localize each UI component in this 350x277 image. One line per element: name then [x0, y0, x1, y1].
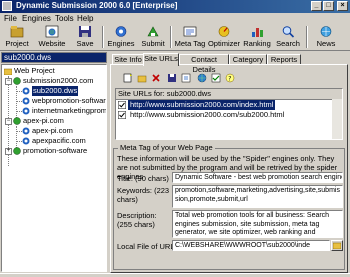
minimize-button[interactable]: _ — [311, 1, 322, 11]
search-button[interactable]: Search — [273, 24, 303, 50]
menu-engines[interactable]: Engines — [22, 14, 51, 23]
folder-open-icon — [333, 242, 341, 249]
menu-file[interactable]: File — [4, 14, 17, 23]
engines-icon — [115, 26, 127, 37]
project-tree[interactable]: Web Project − submission2000.com sub2000… — [1, 64, 107, 272]
page-icon — [22, 97, 30, 105]
browse-button[interactable] — [331, 240, 343, 251]
page-icon — [22, 87, 30, 95]
url-row[interactable]: http://www.submission2000.com/index.html — [117, 100, 332, 110]
close-button[interactable]: × — [337, 1, 348, 11]
url-list-header: Site URLs for: sub2000.dws — [116, 89, 342, 100]
collapse-icon[interactable]: − — [5, 78, 12, 85]
svg-text:?: ? — [228, 76, 231, 83]
menu-help[interactable]: Help — [77, 14, 93, 23]
ranking-icon — [252, 28, 263, 37]
description-field[interactable]: Total web promotion tools for all busine… — [172, 210, 343, 238]
expand-icon[interactable]: + — [5, 148, 12, 155]
page-icon — [22, 107, 30, 115]
local-file-label: Local File of URL: — [117, 242, 177, 251]
save-icon — [79, 26, 91, 37]
project-panel: sub2000.dws Web Project − submission2000… — [0, 51, 108, 273]
url-list-scrollbar[interactable] — [332, 99, 342, 139]
title-label: Title: (90 chars) — [117, 174, 169, 183]
new-url-icon[interactable] — [123, 73, 133, 83]
url-toolbar: ? — [115, 70, 343, 86]
news-icon — [320, 26, 332, 37]
url-list[interactable]: Site URLs for: sub2000.dws http://www.su… — [115, 88, 343, 140]
toolbar: Project Website Save Engines Submit Meta… — [0, 24, 350, 51]
meta-tag-group-title: Meta Tag of your Web Page — [118, 143, 215, 152]
toolbar-separator — [306, 26, 308, 48]
title-field[interactable]: Dynamic Software - best web promotion se… — [172, 172, 343, 183]
page-icon — [22, 127, 30, 135]
website-icon — [45, 25, 59, 38]
submit-icon — [147, 26, 159, 37]
checkbox-checked-icon[interactable] — [118, 111, 126, 119]
globe-icon — [13, 77, 21, 85]
url-row[interactable]: http://www.submission2000.com/sub2000.ht… — [117, 110, 332, 120]
open-url-icon[interactable] — [137, 73, 147, 83]
app-icon — [2, 1, 12, 11]
globe-icon — [13, 147, 21, 155]
check-url-icon[interactable] — [211, 73, 221, 83]
engines-button[interactable]: Engines — [106, 24, 136, 50]
keywords-label: Keywords: (223 chars) — [117, 186, 170, 204]
tab-site-urls[interactable]: Site URLs — [143, 53, 179, 66]
optimizer-icon — [218, 26, 230, 37]
page-icon — [22, 137, 30, 145]
description-label: Description: (255 chars) — [117, 211, 157, 229]
local-file-field[interactable]: C:\WEBSHARE\WWWROOT\sub2000\inde — [172, 240, 330, 251]
menu-tools[interactable]: Tools — [55, 14, 74, 23]
maximize-button[interactable]: □ — [323, 1, 334, 11]
menu-bar: File Engines Tools Help — [0, 13, 350, 24]
optimizer-button[interactable]: Optimizer — [207, 24, 241, 50]
tree-line — [16, 126, 17, 148]
project-button[interactable]: Project — [2, 24, 32, 50]
checkbox-checked-icon[interactable] — [118, 101, 126, 109]
import-url-icon[interactable] — [181, 73, 191, 83]
search-icon — [282, 26, 295, 38]
project-icon — [10, 26, 24, 38]
status-bar — [0, 273, 350, 277]
delete-url-icon[interactable] — [151, 73, 161, 83]
help-icon[interactable]: ? — [225, 73, 235, 83]
save-url-icon[interactable] — [167, 73, 177, 83]
project-combo[interactable]: sub2000.dws — [1, 52, 107, 63]
meta-tag-icon — [183, 26, 197, 37]
save-button[interactable]: Save — [72, 24, 98, 50]
meta-tag-button[interactable]: Meta Tag — [173, 24, 207, 50]
globe-icon — [13, 117, 21, 125]
submit-button[interactable]: Submit — [138, 24, 168, 50]
window-title: Dynamic Submission 2000 6.0 [Enterprise] — [16, 1, 178, 10]
news-button[interactable]: News — [311, 24, 341, 50]
keywords-field[interactable]: promotion,software,marketing,advertising… — [172, 185, 343, 208]
website-button[interactable]: Website — [35, 24, 69, 50]
folder-icon — [4, 68, 12, 75]
toolbar-separator — [102, 26, 104, 48]
collapse-icon[interactable]: − — [5, 118, 12, 125]
title-bar: Dynamic Submission 2000 6.0 [Enterprise]… — [0, 0, 350, 13]
globe-url-icon[interactable] — [197, 73, 207, 83]
toolbar-separator — [170, 26, 172, 48]
ranking-button[interactable]: Ranking — [241, 24, 273, 50]
